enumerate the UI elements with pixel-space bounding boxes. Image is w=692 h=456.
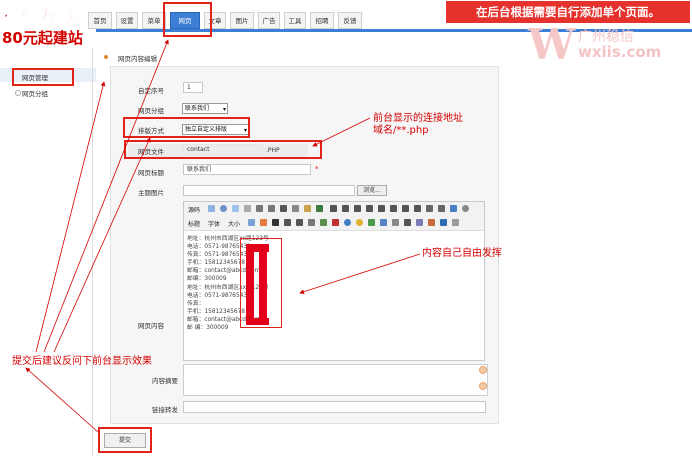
annotation-arrows — [25, 39, 421, 433]
